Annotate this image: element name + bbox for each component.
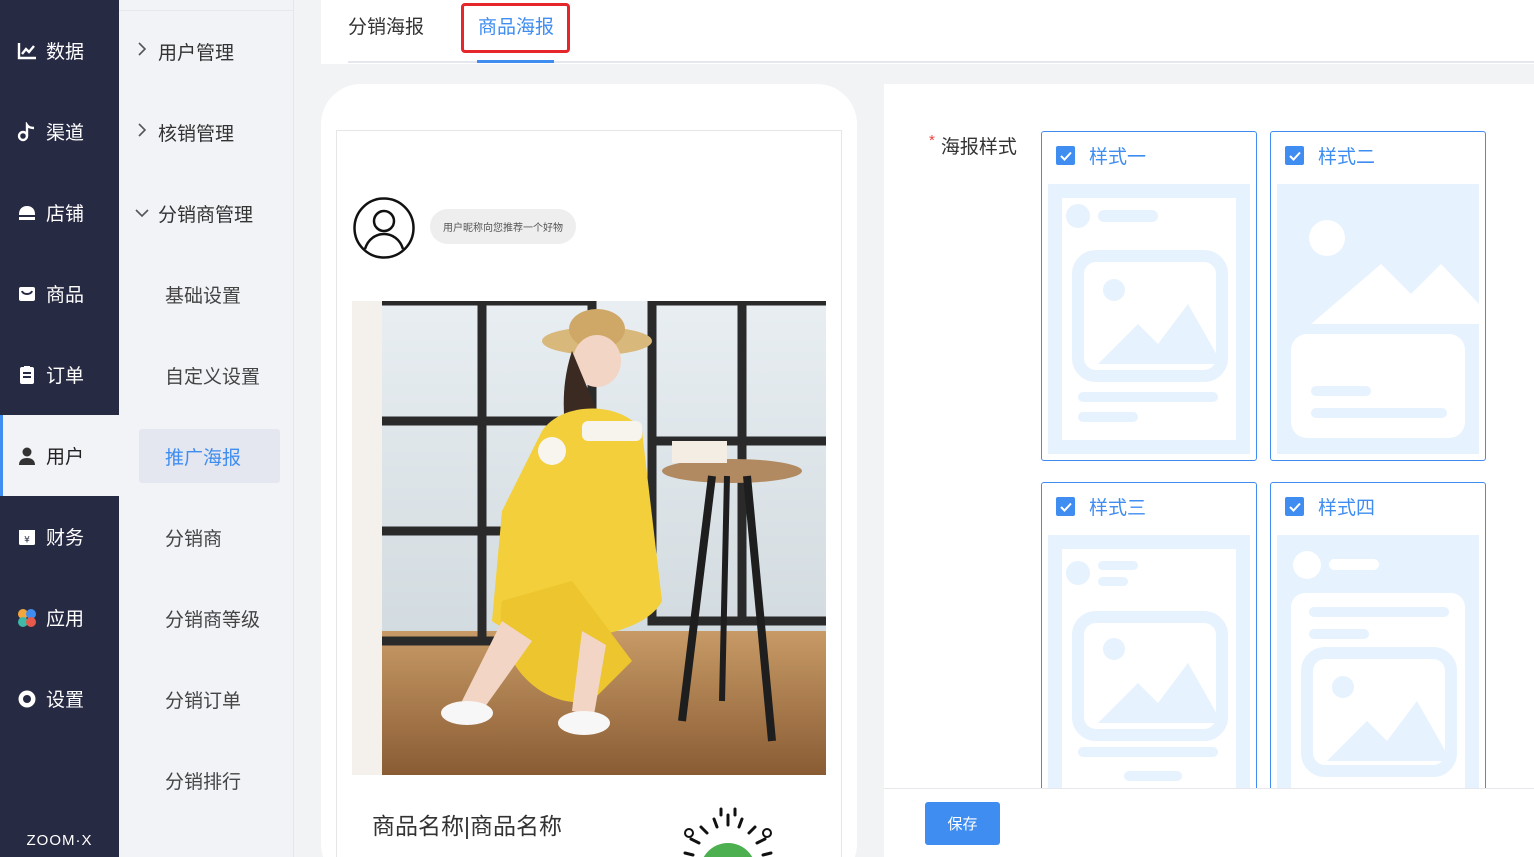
style-card-2[interactable]: 样式二 bbox=[1270, 131, 1486, 461]
nav-item-label: 设置 bbox=[46, 690, 85, 711]
style-1-thumbnail-icon bbox=[1048, 184, 1250, 454]
submenu-distribution-ranking[interactable]: 分销排行 bbox=[119, 753, 294, 807]
chevron-down-icon bbox=[135, 205, 149, 222]
brand-logo: ZOOM·X bbox=[26, 832, 93, 849]
submenu-distributors[interactable]: 分销商 bbox=[119, 510, 294, 564]
chart-icon bbox=[16, 40, 38, 62]
submenu-user-management[interactable]: 用户管理 bbox=[119, 24, 294, 78]
sub-menu: 用户管理 核销管理 分销商管理 基础设置 自定义设置 推广海报 分销商 分销商等… bbox=[119, 0, 294, 857]
nav-item-label: 数据 bbox=[46, 42, 85, 63]
apps-icon bbox=[16, 607, 38, 629]
nav-item-label: 订单 bbox=[46, 366, 85, 387]
style-option-2[interactable]: 样式二 bbox=[1285, 142, 1375, 169]
nav-item-settings[interactable]: 设置 bbox=[0, 658, 119, 739]
store-icon bbox=[16, 202, 38, 224]
poster-style-form: * 海报样式 样式一 样式二 样式三 样式四 bbox=[884, 84, 1534, 812]
product-image bbox=[352, 301, 826, 775]
poster-style-label: * 海报样式 bbox=[929, 132, 1017, 159]
submenu-custom-settings[interactable]: 自定义设置 bbox=[119, 348, 294, 402]
style-label: 样式三 bbox=[1089, 498, 1147, 519]
required-mark: * bbox=[929, 132, 935, 149]
style-3-thumbnail-icon bbox=[1048, 535, 1250, 805]
nav-item-goods[interactable]: 商品 bbox=[0, 253, 119, 334]
nav-item-data[interactable]: 数据 bbox=[0, 10, 119, 91]
nav-item-label: 用户 bbox=[46, 447, 85, 468]
submenu-verify-management[interactable]: 核销管理 bbox=[119, 105, 294, 159]
style-4-thumbnail-icon bbox=[1277, 535, 1479, 805]
poster-tabs: 分销海报 商品海报 bbox=[321, 0, 1534, 64]
goods-icon bbox=[16, 283, 38, 305]
nav-item-finance[interactable]: ¥ 财务 bbox=[0, 496, 119, 577]
style-card-4[interactable]: 样式四 bbox=[1270, 482, 1486, 812]
nav-item-label: 店铺 bbox=[46, 204, 85, 225]
nav-item-label: 应用 bbox=[46, 609, 85, 630]
submenu-label: 用户管理 bbox=[158, 42, 235, 64]
submenu-distributor-levels[interactable]: 分销商等级 bbox=[119, 591, 294, 645]
submenu-label: 核销管理 bbox=[158, 123, 235, 145]
svg-text:¥: ¥ bbox=[24, 535, 30, 545]
save-button[interactable]: 保存 bbox=[925, 802, 1000, 845]
style-label: 样式一 bbox=[1089, 147, 1147, 168]
form-footer: 保存 bbox=[884, 788, 1534, 857]
style-card-3[interactable]: 样式三 bbox=[1041, 482, 1257, 812]
checkbox-checked-icon[interactable] bbox=[1285, 146, 1304, 165]
nav-item-label: 财务 bbox=[46, 528, 85, 549]
submenu-basic-settings[interactable]: 基础设置 bbox=[119, 267, 294, 321]
nav-item-store[interactable]: 店铺 bbox=[0, 172, 119, 253]
divider bbox=[119, 10, 294, 11]
settings-icon bbox=[16, 688, 38, 710]
nav-item-label: 渠道 bbox=[46, 123, 85, 144]
checkbox-checked-icon[interactable] bbox=[1056, 497, 1075, 516]
nav-item-order[interactable]: 订单 bbox=[0, 334, 119, 415]
style-card-1[interactable]: 样式一 bbox=[1041, 131, 1257, 461]
chevron-right-icon bbox=[135, 42, 149, 60]
nav-item-apps[interactable]: 应用 bbox=[0, 577, 119, 658]
avatar-icon bbox=[353, 197, 415, 259]
nav-item-channel[interactable]: 渠道 bbox=[0, 91, 119, 172]
user-icon bbox=[16, 445, 38, 467]
style-option-3[interactable]: 样式三 bbox=[1056, 493, 1146, 520]
channel-icon bbox=[16, 121, 38, 143]
poster-preview: 用户昵称向您推荐一个好物 商品名称|商品名称 bbox=[336, 130, 842, 857]
submenu-promo-poster[interactable]: 推广海报 bbox=[139, 429, 280, 483]
style-label: 样式二 bbox=[1318, 147, 1376, 168]
nav-item-label: 商品 bbox=[46, 285, 85, 306]
submenu-distribution-orders[interactable]: 分销订单 bbox=[119, 672, 294, 726]
checkbox-checked-icon[interactable] bbox=[1056, 146, 1075, 165]
product-name: 商品名称|商品名称 bbox=[372, 813, 562, 839]
submenu-label: 分销商管理 bbox=[158, 204, 254, 226]
tab-distribution-poster[interactable]: 分销海报 bbox=[348, 12, 424, 39]
order-icon bbox=[16, 364, 38, 386]
recommend-bubble: 用户昵称向您推荐一个好物 bbox=[430, 209, 576, 244]
style-2-thumbnail-icon bbox=[1277, 184, 1479, 454]
style-option-1[interactable]: 样式一 bbox=[1056, 142, 1146, 169]
finance-icon: ¥ bbox=[16, 526, 38, 548]
chevron-right-icon bbox=[135, 123, 149, 141]
highlight-box bbox=[461, 3, 570, 53]
poster-style-label-text: 海报样式 bbox=[940, 137, 1017, 158]
style-label: 样式四 bbox=[1318, 498, 1376, 519]
style-option-4[interactable]: 样式四 bbox=[1285, 493, 1375, 520]
tab-active-indicator bbox=[477, 60, 554, 63]
qrcode-icon bbox=[659, 801, 797, 857]
checkbox-checked-icon[interactable] bbox=[1285, 497, 1304, 516]
submenu-distributor-management[interactable]: 分销商管理 bbox=[119, 186, 294, 240]
main-nav: 数据 渠道 店铺 商品 订单 用户 ¥ 财务 应用 设置 ZOOM·X bbox=[0, 0, 119, 857]
nav-item-user[interactable]: 用户 bbox=[0, 415, 119, 496]
